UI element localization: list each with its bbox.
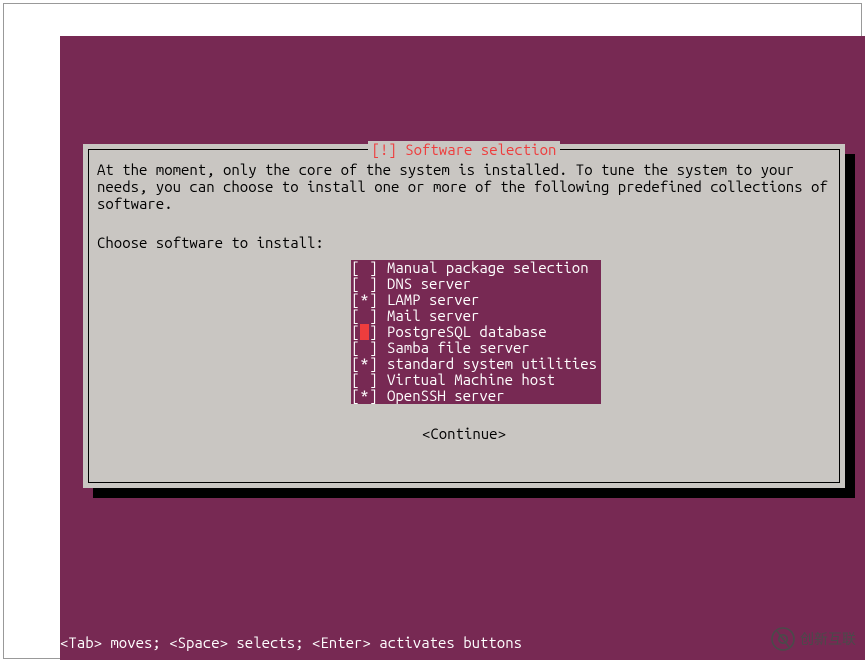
software-item-label: DNS server — [387, 276, 471, 292]
checkbox-close: ] — [369, 356, 378, 372]
checkbox-open: [ — [351, 372, 360, 388]
key-hint: <Tab> moves; <Space> selects; <Enter> ac… — [60, 634, 522, 651]
checkbox-mark — [360, 276, 369, 292]
checkbox-open: [ — [351, 388, 360, 404]
checkbox-mark: * — [360, 292, 369, 308]
software-list-item[interactable]: [ ] Virtual Machine host — [351, 372, 601, 388]
checkbox-close: ] — [369, 260, 378, 276]
checkbox-close: ] — [369, 276, 378, 292]
software-list-item[interactable]: [ ] DNS server — [351, 276, 601, 292]
checkbox-mark — [360, 372, 369, 388]
checkbox-close: ] — [369, 340, 378, 356]
software-item-label: LAMP server — [387, 292, 479, 308]
software-item-label: Manual package selection — [387, 260, 589, 276]
software-list-item[interactable]: [ ] Manual package selection — [351, 260, 601, 276]
checkbox-close: ] — [369, 292, 378, 308]
checkbox-mark: * — [360, 356, 369, 372]
dialog-title: [!] Software selection — [368, 141, 561, 158]
terminal-window: [!] Software selection At the moment, on… — [60, 36, 865, 660]
software-item-label: OpenSSH server — [387, 388, 505, 404]
watermark-text: 创新互联 — [800, 629, 856, 649]
software-item-label: Mail server — [387, 308, 479, 324]
checkbox-open: [ — [351, 308, 360, 324]
cursor-indicator — [360, 324, 369, 340]
continue-button[interactable]: <Continue> — [83, 425, 845, 442]
software-item-label: Virtual Machine host — [387, 372, 555, 388]
checkbox-open: [ — [351, 276, 360, 292]
checkbox-close: ] — [369, 324, 378, 340]
checkbox-open: [ — [351, 260, 360, 276]
watermark: 创新互联 — [771, 627, 856, 651]
software-list[interactable]: [ ] Manual package selection[ ] DNS serv… — [351, 260, 601, 404]
checkbox-open: [ — [351, 292, 360, 308]
dialog-description: At the moment, only the core of the syst… — [97, 161, 831, 212]
watermark-logo-icon — [771, 627, 795, 651]
software-item-label: PostgreSQL database — [387, 324, 547, 340]
checkbox-close: ] — [369, 388, 378, 404]
software-item-label: standard system utilities — [387, 356, 597, 372]
checkbox-mark — [360, 260, 369, 276]
checkbox-open: [ — [351, 324, 360, 340]
checkbox-open: [ — [351, 356, 360, 372]
software-list-item[interactable]: [ ] Samba file server — [351, 340, 601, 356]
software-item-label: Samba file server — [387, 340, 530, 356]
software-list-item[interactable]: [*] standard system utilities — [351, 356, 601, 372]
software-list-item[interactable]: [*] OpenSSH server — [351, 388, 601, 404]
checkbox-mark — [360, 340, 369, 356]
checkbox-mark: * — [360, 388, 369, 404]
checkbox-close: ] — [369, 308, 378, 324]
software-list-item[interactable]: [*] LAMP server — [351, 292, 601, 308]
checkbox-close: ] — [369, 372, 378, 388]
checkbox-mark — [360, 308, 369, 324]
software-list-item[interactable]: [ ] Mail server — [351, 308, 601, 324]
software-selection-dialog: [!] Software selection At the moment, on… — [83, 144, 845, 488]
dialog-prompt: Choose software to install: — [97, 234, 324, 251]
checkbox-open: [ — [351, 340, 360, 356]
software-list-item[interactable]: [ ] PostgreSQL database — [351, 324, 601, 340]
